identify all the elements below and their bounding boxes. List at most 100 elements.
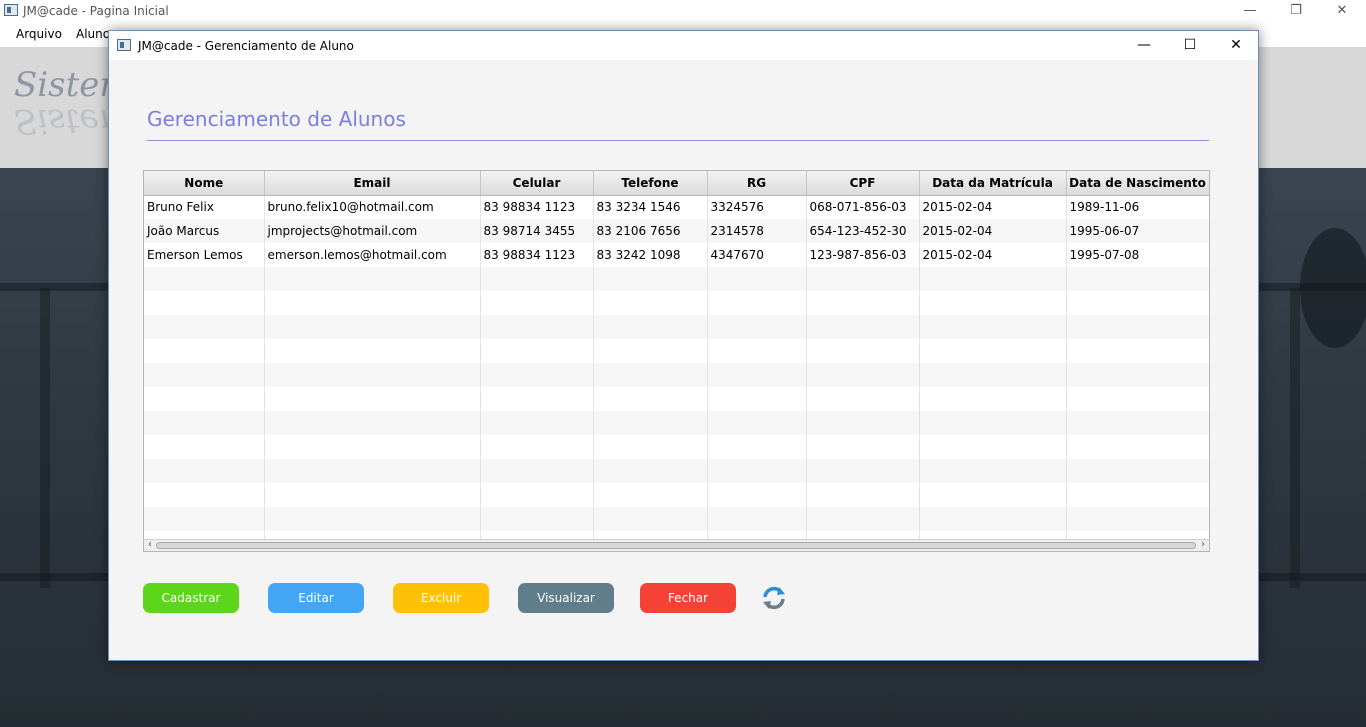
table-row[interactable]	[144, 339, 1209, 363]
table-cell	[1066, 339, 1209, 363]
table-cell	[707, 459, 807, 483]
table-cell	[593, 291, 708, 315]
table-cell	[480, 435, 594, 459]
table-cell	[480, 363, 594, 387]
table-cell	[593, 363, 708, 387]
app-window-icon	[4, 4, 18, 16]
table-cell: 83 2106 7656	[593, 219, 708, 243]
dialog-maximize-icon[interactable]: ☐	[1167, 31, 1213, 60]
visualizar-button[interactable]: Visualizar	[518, 583, 614, 613]
table-cell	[919, 483, 1067, 507]
table-row[interactable]	[144, 291, 1209, 315]
table-cell: emerson.lemos@hotmail.com	[264, 243, 481, 267]
table-row[interactable]: João Marcus jmprojects@hotmail.com 83 9871…	[144, 219, 1209, 243]
title-divider	[147, 140, 1209, 141]
students-table[interactable]: Nome Email Celular Telefone RG CPF Data da Mat…	[143, 170, 1210, 552]
column-header[interactable]: Email	[264, 171, 481, 196]
student-management-dialog: JM@cade - Gerenciamento de Aluno — ☐ ✕ G…	[108, 30, 1259, 661]
table-row[interactable]	[144, 435, 1209, 459]
table-cell: 83 3234 1546	[593, 195, 708, 219]
menu-arquivo[interactable]: Arquivo	[16, 27, 62, 41]
table-cell	[919, 459, 1067, 483]
restore-icon[interactable]: ❐	[1273, 0, 1319, 23]
table-cell	[1066, 459, 1209, 483]
close-icon[interactable]: ✕	[1319, 0, 1365, 23]
table-cell: 654-123-452-30	[806, 219, 920, 243]
table-cell	[1066, 363, 1209, 387]
table-row[interactable]	[144, 315, 1209, 339]
table-cell	[144, 507, 265, 531]
minimize-icon[interactable]: —	[1227, 0, 1273, 23]
table-cell	[1066, 507, 1209, 531]
table-cell	[264, 507, 481, 531]
column-header[interactable]: Data de Nascimento	[1066, 171, 1209, 196]
fechar-button[interactable]: Fechar	[640, 583, 736, 613]
table-cell	[919, 315, 1067, 339]
table-cell: 83 98834 1123	[480, 243, 594, 267]
table-cell: 4347670	[707, 243, 807, 267]
table-cell	[264, 339, 481, 363]
table-row[interactable]	[144, 411, 1209, 435]
column-header[interactable]: Telefone	[593, 171, 708, 196]
table-cell	[593, 507, 708, 531]
scrollbar-thumb[interactable]	[156, 542, 1196, 549]
table-cell	[806, 507, 920, 531]
table-cell	[806, 387, 920, 411]
table-cell	[806, 459, 920, 483]
table-row[interactable]	[144, 507, 1209, 531]
column-header[interactable]: Nome	[144, 171, 265, 196]
table-cell	[707, 411, 807, 435]
table-cell	[707, 483, 807, 507]
table-cell: 83 98714 3455	[480, 219, 594, 243]
table-row[interactable]	[144, 387, 1209, 411]
dialog-titlebar: JM@cade - Gerenciamento de Aluno — ☐ ✕	[109, 31, 1258, 60]
table-cell: 1989-11-06	[1066, 195, 1209, 219]
table-cell	[264, 387, 481, 411]
table-cell	[806, 339, 920, 363]
column-header[interactable]: RG	[707, 171, 807, 196]
refresh-icon[interactable]	[759, 583, 789, 613]
column-header[interactable]: Celular	[480, 171, 594, 196]
table-cell	[593, 459, 708, 483]
table-cell: 83 3242 1098	[593, 243, 708, 267]
table-cell	[264, 315, 481, 339]
dialog-close-icon[interactable]: ✕	[1213, 31, 1259, 60]
main-window-titlebar: JM@cade - Pagina Inicial — ❐ ✕	[0, 0, 1366, 23]
column-header[interactable]: CPF	[806, 171, 920, 196]
table-cell	[480, 291, 594, 315]
table-cell	[707, 507, 807, 531]
table-row[interactable]	[144, 483, 1209, 507]
table-cell	[144, 363, 265, 387]
cadastrar-button[interactable]: Cadastrar	[143, 583, 239, 613]
table-row[interactable]	[144, 267, 1209, 291]
table-cell	[1066, 483, 1209, 507]
table-row[interactable]	[144, 363, 1209, 387]
dialog-minimize-icon[interactable]: —	[1121, 31, 1167, 60]
table-row[interactable]: Bruno Felix bruno.felix10@hotmail.com 83 9…	[144, 195, 1209, 219]
scroll-right-icon[interactable]: ›	[1198, 539, 1208, 552]
table-row[interactable]	[144, 459, 1209, 483]
table-row[interactable]: Emerson Lemos emerson.lemos@hotmail.com 83…	[144, 243, 1209, 267]
menu-aluno[interactable]: Aluno	[76, 27, 110, 41]
table-cell	[806, 363, 920, 387]
editar-button[interactable]: Editar	[268, 583, 364, 613]
table-cell	[919, 291, 1067, 315]
table-cell: 1995-06-07	[1066, 219, 1209, 243]
excluir-button[interactable]: Excluir	[393, 583, 489, 613]
table-cell	[593, 435, 708, 459]
table-cell	[144, 435, 265, 459]
dialog-title: JM@cade - Gerenciamento de Aluno	[138, 39, 354, 53]
table-cell: bruno.felix10@hotmail.com	[264, 195, 481, 219]
scroll-left-icon[interactable]: ‹	[145, 539, 155, 552]
table-cell	[593, 315, 708, 339]
table-cell	[480, 315, 594, 339]
table-cell	[144, 483, 265, 507]
column-header[interactable]: Data da Matrícula	[919, 171, 1067, 196]
table-cell	[593, 411, 708, 435]
table-cell: 2015-02-04	[919, 219, 1067, 243]
table-cell	[919, 435, 1067, 459]
table-cell	[144, 315, 265, 339]
horizontal-scrollbar[interactable]: ‹ ›	[143, 539, 1210, 552]
table-cell	[806, 267, 920, 291]
table-cell: 123-987-856-03	[806, 243, 920, 267]
